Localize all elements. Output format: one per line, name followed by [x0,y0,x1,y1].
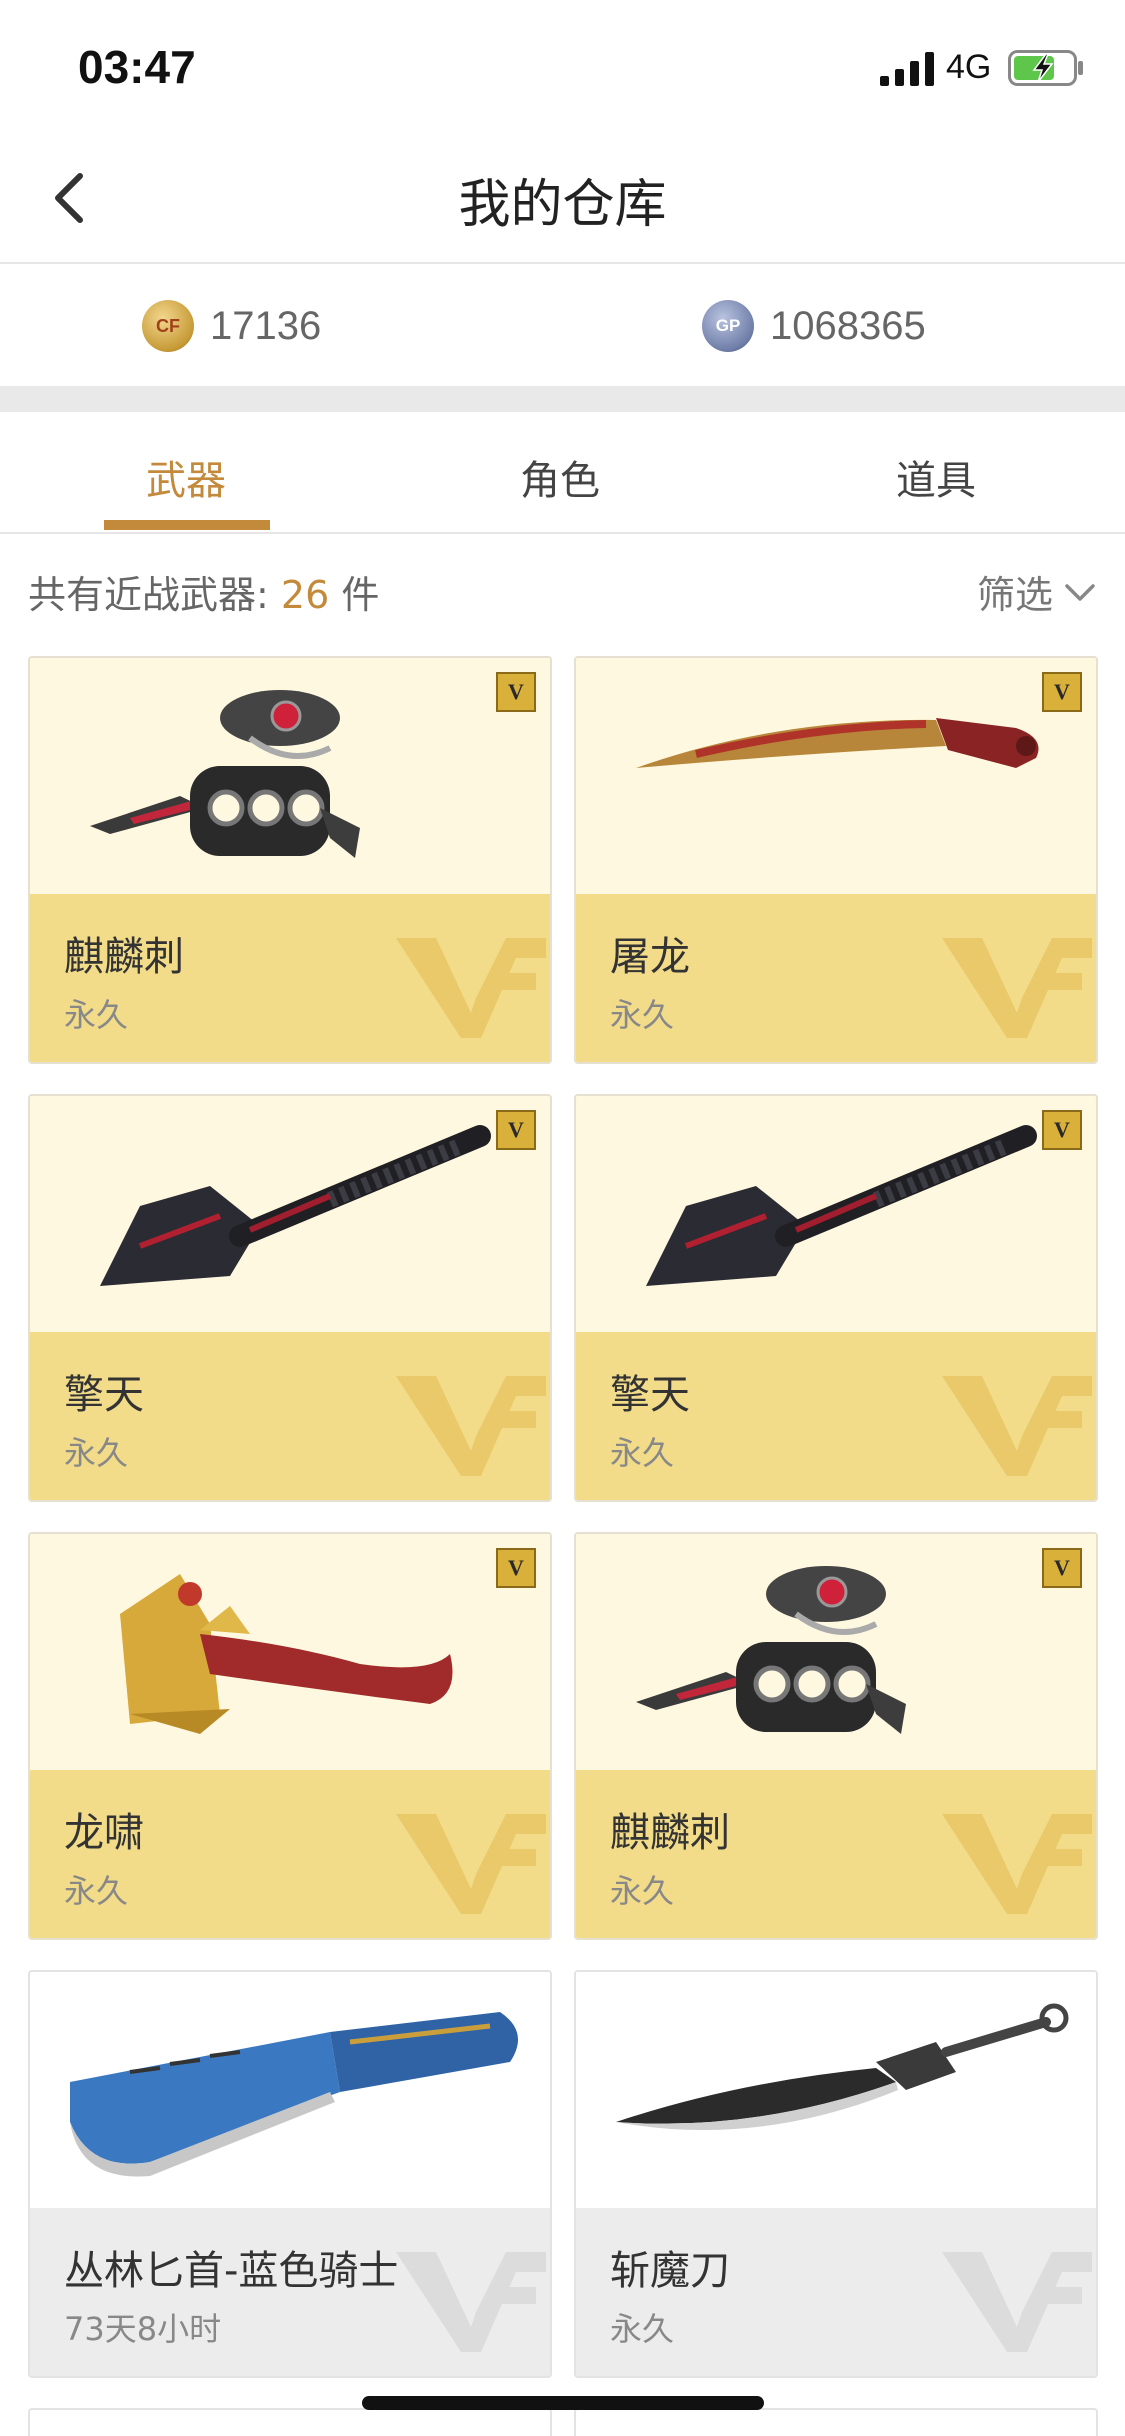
cf-watermark-icon [942,938,1092,1038]
currency-row: CF 17136 GP 1068365 [0,266,1125,386]
status-time: 03:47 [78,41,196,93]
gp-coin-icon: GP [702,300,754,352]
item-info: 擎天 永久 [576,1332,1096,1500]
cf-amount: 17136 [210,303,322,348]
section-divider [0,386,1125,412]
item-duration: 永久 [64,996,129,1034]
vip-badge-icon: V [496,1548,536,1588]
item-card[interactable]: V 麒麟刺 永久 [574,1532,1098,1940]
spade-blade-icon [100,1125,491,1286]
cf-watermark-icon [396,1376,546,1476]
item-image-area: V [576,1096,1096,1332]
item-duration: 永久 [64,1872,129,1910]
tab-characters[interactable]: 角色 [520,448,600,506]
item-name: 擎天 [610,1372,690,1418]
nav-bar: 我的仓库 [0,132,1125,264]
item-duration: 永久 [610,1872,675,1910]
tab-items[interactable]: 道具 [896,448,976,506]
jungle-knife-icon [70,2012,518,2177]
battery-charging-icon [1008,50,1083,86]
cf-watermark-icon [942,1814,1092,1914]
item-card[interactable]: V 龙啸 永久 [28,1532,552,1940]
item-image-area [576,1972,1096,2208]
home-indicator[interactable] [362,2396,764,2410]
item-name: 丛林匕首-蓝色骑士 [64,2248,399,2294]
item-info: 麒麟刺 永久 [30,894,550,1062]
filter-row: 共有近战武器: 26 件 筛选 [0,536,1125,656]
item-image-area [30,1972,550,2208]
item-duration: 永久 [610,2310,675,2348]
item-image-area: V [30,1534,550,1770]
cf-coin-icon: CF [142,300,194,352]
item-image-area: V [576,658,1096,894]
item-count: 26 [280,573,330,617]
count-prefix: 共有近战武器: [28,573,281,617]
item-duration: 永久 [64,1434,129,1472]
item-card[interactable]: 丛林匕首-蓝色骑士 73天8小时 [28,1970,552,2378]
knuckle-blade-icon [90,690,360,858]
vip-badge-icon: V [496,1110,536,1150]
cf-watermark-icon [942,1376,1092,1476]
item-card[interactable]: V 麒麟刺 永久 [28,656,552,1064]
item-duration: 永久 [610,1434,675,1472]
page-title: 我的仓库 [458,175,667,235]
network-type: 4G [946,48,992,86]
item-duration: 永久 [610,996,675,1034]
item-card-partial[interactable] [574,2408,1098,2436]
gp-amount: 1068365 [770,303,926,348]
item-count-label: 共有近战武器: 26 件 [28,564,379,619]
chevron-down-icon [1065,583,1095,601]
signal-icon [880,52,934,86]
item-duration: 73天8小时 [64,2310,222,2348]
cf-watermark-icon [396,2252,546,2352]
vip-badge-icon: V [1042,1548,1082,1588]
dragon-axe-icon [120,1574,453,1734]
category-tabs: 武器 角色 道具 [0,412,1125,534]
item-name: 屠龙 [610,934,690,980]
item-info: 擎天 永久 [30,1332,550,1500]
spade-blade-icon [646,1125,1037,1286]
item-name: 麒麟刺 [64,934,184,980]
active-tab-indicator [104,520,270,530]
item-info: 斩魔刀 永久 [576,2208,1096,2376]
item-name: 斩魔刀 [610,2248,730,2294]
tab-weapons[interactable]: 武器 [146,448,226,506]
item-card[interactable]: V 擎天 永久 [574,1094,1098,1502]
item-card[interactable]: V 擎天 永久 [28,1094,552,1502]
vip-badge-icon: V [496,672,536,712]
item-card[interactable]: V 屠龙 永久 [574,656,1098,1064]
filter-button[interactable]: 筛选 [977,564,1097,619]
vip-badge-icon: V [1042,1110,1082,1150]
item-image-area: V [30,1096,550,1332]
item-info: 屠龙 永久 [576,894,1096,1062]
cf-watermark-icon [942,2252,1092,2352]
curved-blade-icon [636,718,1039,768]
filter-label: 筛选 [976,573,1053,617]
status-bar: 03:47 4G [0,0,1125,132]
vip-badge-icon: V [1042,672,1082,712]
cf-watermark-icon [396,1814,546,1914]
knuckle-blade-icon [636,1566,906,1734]
item-image-area: V [576,1534,1096,1770]
item-info: 龙啸 永久 [30,1770,550,1938]
item-card[interactable]: 斩魔刀 永久 [574,1970,1098,2378]
cf-balance: CF 17136 [142,296,321,356]
item-name: 麒麟刺 [610,1810,730,1856]
item-info: 麒麟刺 永久 [576,1770,1096,1938]
count-suffix: 件 [329,573,380,617]
item-name: 擎天 [64,1372,144,1418]
gp-balance: GP 1068365 [702,296,926,356]
item-card-partial[interactable] [28,2408,552,2436]
demon-sword-icon [616,2003,1069,2131]
item-info: 丛林匕首-蓝色骑士 73天8小时 [30,2208,550,2376]
item-image-area: V [30,658,550,894]
cf-watermark-icon [396,938,546,1038]
item-name: 龙啸 [64,1810,144,1856]
